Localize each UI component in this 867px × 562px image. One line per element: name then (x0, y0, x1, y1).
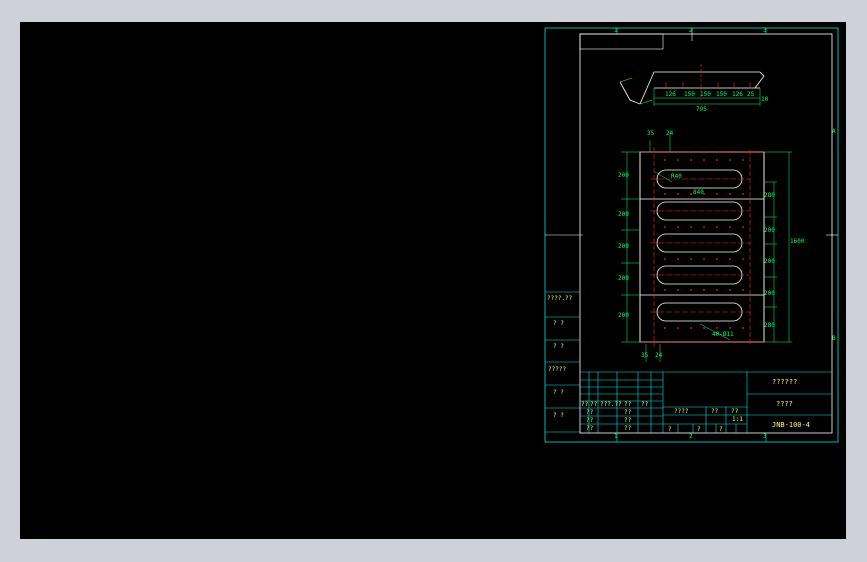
rev-r1c4: ?? (624, 401, 632, 408)
dim-right-row-5: 280 (764, 322, 775, 329)
dim-edge-bottom: 35 (641, 352, 649, 359)
stage-header-1: ???? (674, 408, 689, 415)
grid-ref-bottom-2: 2 (689, 433, 693, 440)
stamp-label-3: ? ? (553, 343, 564, 350)
dim-top-seg-2: 150 (684, 91, 695, 98)
rev-r4c2: ?? (624, 425, 632, 432)
main-plate (639, 147, 765, 347)
rev-r3c1: ?? (586, 417, 594, 424)
grid-ref-bottom-3: 3 (763, 433, 767, 440)
grid-ref-top-3: 3 (763, 27, 767, 34)
dim-slot-radius: R40 (671, 173, 682, 180)
drawing-code: JNB-100-4 (772, 421, 810, 429)
dim-top-seg-3: 150 (700, 91, 711, 98)
stamp-label-2: ? ? (553, 320, 564, 327)
stamp-label-1: ????.?? (547, 295, 573, 302)
code-box (579, 33, 664, 50)
rev-r1c1: ?? (581, 401, 589, 408)
rev-r1c2: ?? (590, 401, 598, 408)
dim-hole-note: 40-Ø11 (712, 331, 734, 338)
company-name: ?????? (772, 378, 798, 386)
stage-bottom-2: ? (697, 426, 701, 433)
dim-plate-width: 1600 (790, 238, 805, 245)
grid-ref-bottom-1: 1 (614, 433, 618, 440)
stage-bottom-1: ? (668, 426, 672, 433)
dim-left-row-1: 200 (618, 172, 629, 179)
dim-top-overall: 795 (696, 106, 707, 113)
rev-r2c2: ?? (624, 409, 632, 416)
stamp-label-5: ? ? (553, 389, 564, 396)
dim-left-row-4: 200 (618, 275, 629, 282)
dim-top-seg-6: 25 (747, 91, 755, 98)
dim-left-row-2: 200 (618, 211, 629, 218)
stage-header-2: ?? (711, 408, 719, 415)
dim-top-seg-1: 126 (665, 91, 676, 98)
rev-r3c2: ?? (624, 417, 632, 424)
dim-right-row-2: 200 (764, 227, 775, 234)
dim-edge-top: 35 (647, 130, 655, 137)
left-stamp-column (545, 291, 580, 433)
dim-left-row-5: 200 (618, 312, 629, 319)
dim-left-row-3: 200 (618, 243, 629, 250)
stage-header-3: ?? (731, 408, 739, 415)
dim-angle: 10 (761, 96, 769, 103)
dim-top-seg-4: 150 (716, 91, 727, 98)
dim-right-row-3: 200 (764, 258, 775, 265)
grid-ref-top-1: 1 (614, 27, 618, 34)
dim-edge-bottom-2: 24 (655, 352, 663, 359)
scale-value: 1:1 (732, 416, 743, 423)
rev-r1c5: ?? (641, 401, 649, 408)
drawing-sheet (544, 27, 839, 443)
grid-ref-right-b: B (832, 335, 836, 342)
rev-r1c3: ???.?? (600, 401, 622, 408)
dim-top-seg-5: 126 (732, 91, 743, 98)
stage-bottom-3: ? (719, 426, 723, 433)
dim-edge-top-2: 24 (666, 130, 674, 137)
grid-ref-top-2: 2 (689, 27, 693, 34)
stamp-label-4: ????? (548, 366, 567, 373)
grid-ref-right-a: A (832, 128, 836, 135)
stamp-label-6: ? ? (553, 412, 564, 419)
dim-right-row-1: 280 (764, 192, 775, 199)
drawing-canvas[interactable]: 1 2 3 1 2 3 A B ????.?? ? ? ? ? ????? ? … (20, 22, 846, 539)
dim-right-row-4: 200 (764, 290, 775, 297)
top-view-part (619, 64, 765, 106)
rev-r2c1: ?? (586, 409, 594, 416)
rev-r4c1: ?? (586, 425, 594, 432)
dim-slot-width: 840 (693, 189, 704, 196)
drawing-name: ???? (776, 400, 793, 408)
